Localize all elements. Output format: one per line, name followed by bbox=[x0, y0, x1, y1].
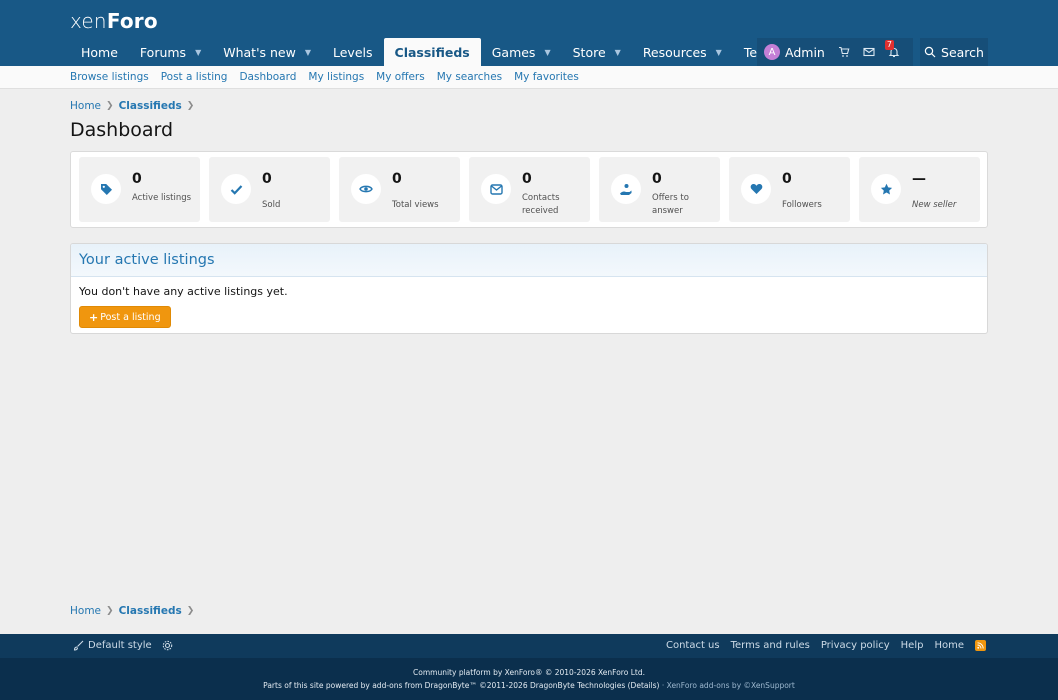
copyright-line-1: Community platform by XenForo® © 2010-20… bbox=[413, 668, 645, 677]
active-listings-title: Your active listings bbox=[71, 244, 987, 277]
check-icon bbox=[221, 174, 251, 204]
site-header: xenForo Home Forums ▼ What's new ▼ Levels … bbox=[0, 0, 1058, 66]
main-nav: Home Forums ▼ What's new ▼ Levels Classifi… bbox=[70, 38, 855, 66]
nav-tab-resources[interactable]: Resources ▼ bbox=[632, 38, 733, 66]
plus-icon: + bbox=[89, 310, 99, 324]
breadcrumb: Home ❯ Classifieds ❯ bbox=[70, 100, 199, 112]
active-listings-block: Your active listings You don't have any … bbox=[70, 243, 988, 334]
breadcrumb-classifieds[interactable]: Classifieds bbox=[119, 100, 182, 112]
rss-icon[interactable] bbox=[975, 640, 986, 651]
search-icon bbox=[924, 46, 936, 58]
stats-panel: 0 Active listings 0 Sold 0 Total views 0… bbox=[70, 151, 988, 228]
page-title: Dashboard bbox=[70, 119, 174, 141]
stat-followers[interactable]: 0 Followers bbox=[729, 157, 850, 222]
nav-tab-classifieds[interactable]: Classifieds bbox=[383, 38, 481, 66]
copyright-line-2: Parts of this site powered by add-ons fr… bbox=[263, 681, 795, 690]
stat-sold[interactable]: 0 Sold bbox=[209, 157, 330, 222]
site-logo[interactable]: xenForo bbox=[70, 9, 158, 33]
breadcrumb-classifieds[interactable]: Classifieds bbox=[119, 605, 182, 617]
star-icon bbox=[871, 174, 901, 204]
chevron-right-icon: ❯ bbox=[106, 606, 114, 616]
heart-icon bbox=[741, 174, 771, 204]
subnav-my-listings[interactable]: My listings bbox=[308, 71, 364, 83]
nav-tab-levels[interactable]: Levels bbox=[322, 38, 384, 66]
nav-tab-games[interactable]: Games ▼ bbox=[481, 38, 562, 66]
chevron-right-icon: ❯ bbox=[106, 101, 114, 111]
site-footer: Default style Contact us Terms and rules… bbox=[0, 634, 1058, 700]
footer-link-privacy[interactable]: Privacy policy bbox=[821, 640, 890, 651]
inbox-icon[interactable] bbox=[863, 46, 875, 58]
account-name[interactable]: Admin bbox=[785, 45, 825, 60]
subnav-dashboard[interactable]: Dashboard bbox=[239, 71, 296, 83]
alert-badge: 7 bbox=[884, 40, 894, 50]
search-button[interactable]: Search bbox=[920, 38, 988, 66]
breadcrumb-home[interactable]: Home bbox=[70, 605, 101, 617]
subnav-my-searches[interactable]: My searches bbox=[437, 71, 502, 83]
stat-active-listings[interactable]: 0 Active listings bbox=[79, 157, 200, 222]
avatar[interactable]: A bbox=[764, 44, 780, 60]
subnav-my-offers[interactable]: My offers bbox=[376, 71, 425, 83]
bell-icon[interactable]: 7 bbox=[884, 40, 900, 58]
caret-down-icon[interactable]: ▼ bbox=[305, 48, 311, 57]
cart-icon[interactable] bbox=[838, 46, 850, 58]
empty-message: You don't have any active listings yet. bbox=[79, 285, 288, 298]
sub-nav: Browse listings Post a listing Dashboard… bbox=[0, 66, 1058, 89]
caret-down-icon[interactable]: ▼ bbox=[544, 48, 550, 57]
post-listing-button[interactable]: + Post a listing bbox=[79, 306, 171, 328]
brush-icon bbox=[73, 640, 84, 651]
footer-link-home[interactable]: Home bbox=[934, 640, 964, 651]
footer-link-help[interactable]: Help bbox=[901, 640, 924, 651]
chevron-right-icon: ❯ bbox=[186, 606, 195, 616]
account-bar: A Admin 7 bbox=[757, 38, 913, 66]
gear-icon[interactable] bbox=[162, 640, 173, 651]
hand-coin-icon bbox=[611, 174, 641, 204]
breadcrumb-home[interactable]: Home bbox=[70, 100, 101, 112]
nav-tab-home[interactable]: Home bbox=[70, 38, 129, 66]
subnav-my-favorites[interactable]: My favorites bbox=[514, 71, 579, 83]
tag-icon bbox=[91, 174, 121, 204]
footer-link-terms[interactable]: Terms and rules bbox=[731, 640, 810, 651]
footer-link-contact[interactable]: Contact us bbox=[666, 640, 720, 651]
envelope-icon bbox=[481, 174, 511, 204]
stat-seller-rating[interactable]: — New seller bbox=[859, 157, 980, 222]
subnav-post-listing[interactable]: Post a listing bbox=[161, 71, 228, 83]
chevron-right-icon: ❯ bbox=[186, 101, 195, 111]
nav-tab-forums[interactable]: Forums ▼ bbox=[129, 38, 212, 66]
nav-tab-whats-new[interactable]: What's new ▼ bbox=[212, 38, 322, 66]
caret-down-icon[interactable]: ▼ bbox=[716, 48, 722, 57]
breadcrumb-bottom: Home ❯ Classifieds ❯ bbox=[70, 605, 199, 617]
stat-contacts-received[interactable]: 0 Contacts received bbox=[469, 157, 590, 222]
stat-offers-to-answer[interactable]: 0 Offers to answer bbox=[599, 157, 720, 222]
stat-total-views[interactable]: 0 Total views bbox=[339, 157, 460, 222]
subnav-browse-listings[interactable]: Browse listings bbox=[70, 71, 149, 83]
style-chooser[interactable]: Default style bbox=[73, 640, 173, 651]
eye-icon bbox=[351, 174, 381, 204]
caret-down-icon[interactable]: ▼ bbox=[195, 48, 201, 57]
caret-down-icon[interactable]: ▼ bbox=[615, 48, 621, 57]
nav-tab-store[interactable]: Store ▼ bbox=[562, 38, 632, 66]
footer-links: Contact us Terms and rules Privacy polic… bbox=[655, 640, 986, 651]
